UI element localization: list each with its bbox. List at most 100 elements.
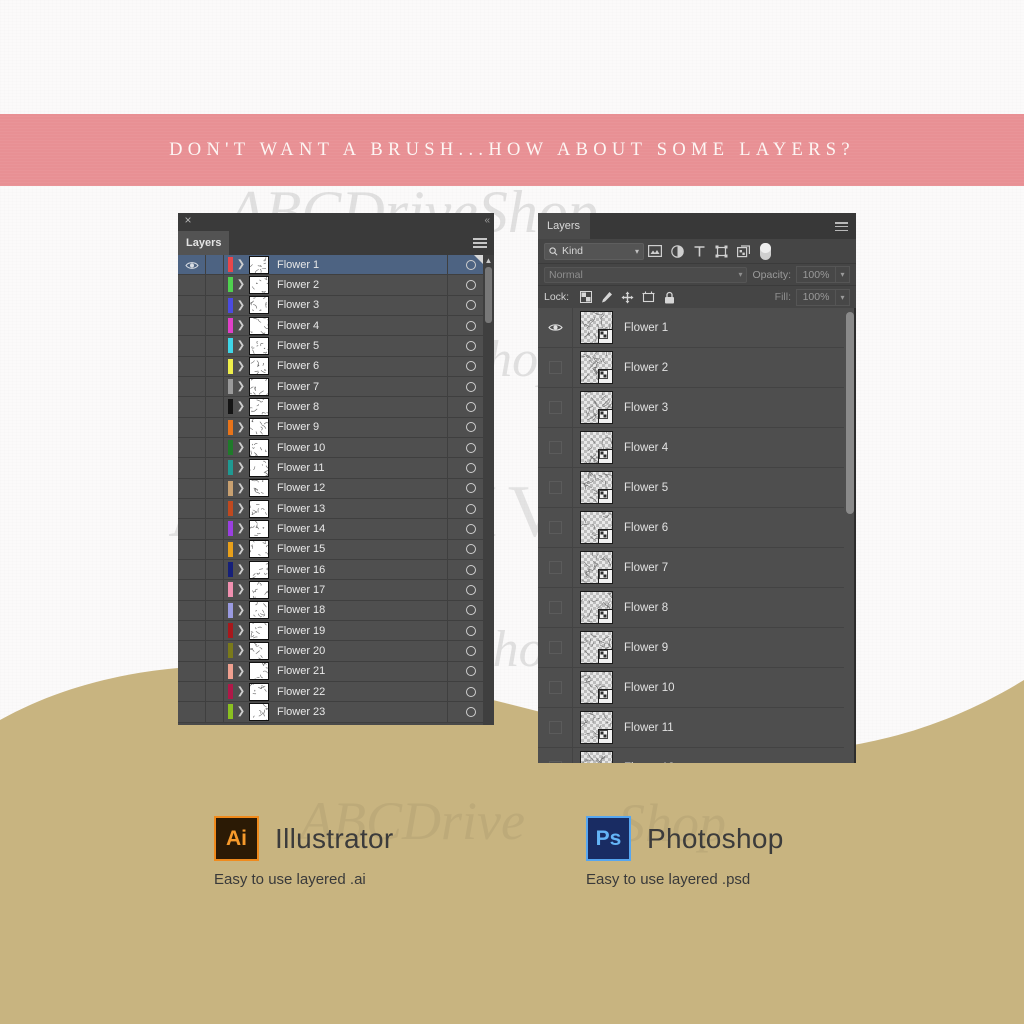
pixel-layer-filter-icon[interactable] [644,242,666,260]
layer-visibility-toggle[interactable] [178,641,206,661]
layer-lock-toggle[interactable] [206,458,224,478]
layer-lock-toggle[interactable] [206,336,224,356]
expand-layer-chevron-icon[interactable]: ❯ [233,483,249,494]
layer-visibility-toggle[interactable] [538,468,573,507]
ps-layer-row[interactable]: Flower 9 [538,628,856,668]
visibility-checkbox[interactable] [548,761,562,763]
lock-transparent-pixels-icon[interactable] [575,288,596,306]
expand-layer-chevron-icon[interactable]: ❯ [233,666,249,677]
ps-layer-row[interactable]: Flower 4 [538,428,856,468]
ps-layer-row[interactable]: Flower 2 [538,348,856,388]
expand-layer-chevron-icon[interactable]: ❯ [233,686,249,697]
visibility-checkbox[interactable] [548,721,562,734]
illustrator-scrollbar[interactable]: ▲ [483,255,494,725]
ai-layer-row[interactable]: ❯ Flower 1 [178,255,494,276]
layer-visibility-toggle[interactable] [178,498,206,519]
expand-layer-chevron-icon[interactable]: ❯ [233,442,249,453]
scrollbar-thumb[interactable] [846,312,854,514]
layer-visibility-toggle[interactable] [178,580,206,600]
expand-layer-chevron-icon[interactable]: ❯ [233,503,249,514]
ai-layer-row[interactable]: ❯ Flower 19 [178,620,494,642]
layer-visibility-toggle[interactable] [178,620,206,641]
blend-mode-select[interactable]: Normal ▾ [544,266,748,283]
opacity-stepper-chevron-icon[interactable]: ▾ [836,266,850,283]
visibility-checkbox[interactable] [548,561,562,574]
layer-visibility-toggle[interactable] [538,348,573,387]
type-layer-filter-icon[interactable] [688,242,710,260]
expand-layer-chevron-icon[interactable]: ❯ [233,584,249,595]
layer-visibility-toggle[interactable] [538,308,573,347]
ai-layer-row[interactable]: ❯ Flower 9 [178,417,494,438]
layer-visibility-toggle[interactable] [178,519,206,539]
ai-layer-row[interactable]: ❯ Flower 15 [178,539,494,560]
filter-enable-toggle[interactable] [760,242,771,260]
ai-layer-row[interactable]: ❯ Flower 10 [178,437,494,459]
photoshop-layer-list[interactable]: Flower 1 Flower 2 Flower 3 Flower 4 Flower 5… [538,308,856,763]
expand-layer-chevron-icon[interactable]: ❯ [233,523,249,534]
scrollbar-thumb[interactable] [485,267,492,323]
layer-visibility-toggle[interactable] [538,428,573,467]
ai-layer-row[interactable]: ❯ Flower 4 [178,315,494,337]
layer-visibility-toggle[interactable] [178,539,206,559]
illustrator-layer-list[interactable]: ❯ Flower 1 ❯ Flower 2 ❯ Flower 3 ❯ Flower 4 ❯ Flo… [178,255,494,725]
adjustment-layer-filter-icon[interactable] [666,242,688,260]
expand-layer-chevron-icon[interactable]: ❯ [233,300,249,311]
layer-visibility-toggle[interactable] [538,708,573,747]
layer-lock-toggle[interactable] [206,498,224,519]
panel-menu-icon[interactable] [473,238,487,248]
layer-lock-toggle[interactable] [206,255,224,275]
layer-lock-toggle[interactable] [206,478,224,498]
ai-layer-row[interactable]: ❯ Flower 12 [178,478,494,499]
ai-layer-row[interactable]: ❯ Flower 3 [178,295,494,316]
visibility-checkbox[interactable] [548,681,562,694]
ai-layer-row[interactable]: ❯ Flower 7 [178,376,494,398]
visibility-checkbox[interactable] [548,641,562,654]
panel-menu-icon[interactable] [835,222,848,232]
ai-layer-row[interactable]: ❯ Flower 20 [178,641,494,662]
ps-layer-row[interactable]: Flower 11 [538,708,856,748]
layer-visibility-toggle[interactable] [178,661,206,681]
layer-lock-toggle[interactable] [206,681,224,702]
layer-visibility-toggle[interactable] [178,397,206,417]
layer-lock-toggle[interactable] [206,559,224,580]
ai-layer-row[interactable]: ❯ Flower 8 [178,397,494,418]
expand-layer-chevron-icon[interactable]: ❯ [233,279,249,290]
lock-artboard-nesting-icon[interactable] [638,288,659,306]
layer-visibility-toggle[interactable] [178,681,206,702]
expand-layer-chevron-icon[interactable]: ❯ [233,544,249,555]
filter-kind-select[interactable]: Kind ▾ [544,242,644,260]
ai-layer-row[interactable]: ❯ Flower 2 [178,275,494,296]
layer-visibility-toggle[interactable] [538,508,573,547]
layer-lock-toggle[interactable] [206,417,224,437]
layer-visibility-toggle[interactable] [178,600,206,620]
expand-layer-chevron-icon[interactable]: ❯ [233,564,249,575]
ai-layer-row[interactable]: ❯ Flower 14 [178,519,494,540]
layer-lock-toggle[interactable] [206,620,224,641]
ai-layer-row[interactable]: ❯ Flower 21 [178,661,494,682]
layer-visibility-toggle[interactable] [178,275,206,295]
shape-layer-filter-icon[interactable] [710,242,732,260]
layer-visibility-toggle[interactable] [178,336,206,356]
ps-layer-row[interactable]: Flower 5 [538,468,856,508]
layer-visibility-toggle[interactable] [178,559,206,580]
expand-layer-chevron-icon[interactable]: ❯ [233,422,249,433]
fill-input[interactable]: 100% [796,288,836,306]
layer-lock-toggle[interactable] [206,437,224,458]
layer-visibility-toggle[interactable] [538,748,573,763]
ai-layer-row[interactable]: ❯ Flower 6 [178,356,494,377]
expand-layer-chevron-icon[interactable]: ❯ [233,706,249,717]
layer-visibility-toggle[interactable] [178,478,206,498]
expand-layer-chevron-icon[interactable]: ❯ [233,462,249,473]
layer-lock-toggle[interactable] [206,600,224,620]
ai-layer-row[interactable]: ❯ Flower 13 [178,498,494,520]
layer-visibility-toggle[interactable] [178,417,206,437]
expand-layer-chevron-icon[interactable]: ❯ [233,381,249,392]
layer-visibility-toggle[interactable] [538,628,573,667]
opacity-input[interactable]: 100% [796,266,836,283]
scroll-up-icon[interactable]: ▲ [483,255,494,266]
visibility-checkbox[interactable] [548,481,562,494]
layer-lock-toggle[interactable] [206,376,224,397]
fill-stepper-chevron-icon[interactable]: ▾ [836,288,850,306]
visibility-checkbox[interactable] [548,441,562,454]
visibility-checkbox[interactable] [548,401,562,414]
